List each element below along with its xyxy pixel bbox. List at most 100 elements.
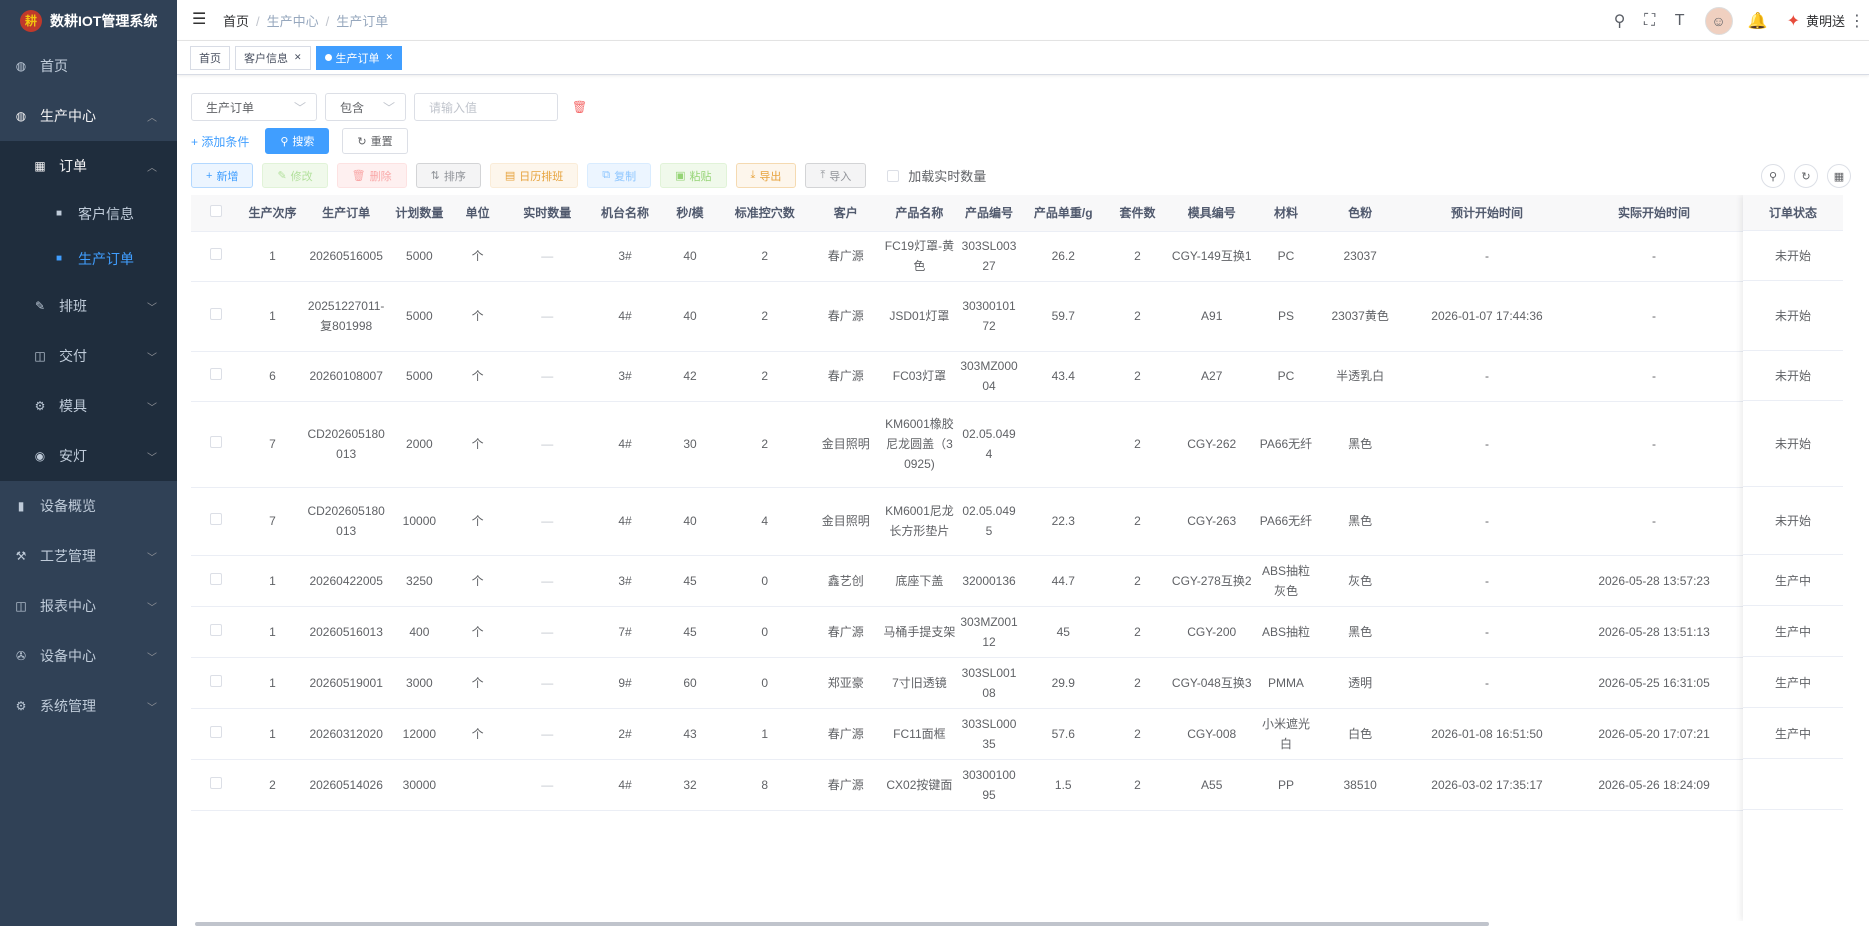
column-header[interactable]: 产品单重/g [1019, 195, 1107, 232]
sidebar-item-andon[interactable]: ◉ 安灯 ﹀ [0, 431, 177, 481]
row-select-cell[interactable] [191, 657, 242, 709]
column-header[interactable]: 实际开始时间 [1570, 195, 1738, 232]
row-select-cell[interactable] [191, 231, 242, 282]
column-header[interactable]: 客户 [810, 195, 881, 232]
row-select-cell[interactable] [191, 401, 242, 488]
sidebar-item-device-center[interactable]: ✇ 设备中心 ﹀ [0, 631, 177, 681]
column-header[interactable]: 单位 [449, 195, 506, 232]
export-button[interactable]: ⤓ 导出 [735, 163, 797, 188]
app-logo[interactable]: 耕 数耕IOT管理系统 [0, 0, 177, 41]
tag-home[interactable]: 首页 [190, 45, 230, 70]
sidebar-item-reports[interactable]: ◫ 报表中心 ﹀ [0, 581, 177, 631]
fullscreen-icon[interactable]: ⛶ [1635, 12, 1665, 30]
status-header[interactable]: 订单状态 [1743, 195, 1843, 231]
add-condition-button[interactable]: + 添加条件 [191, 133, 249, 150]
checkbox[interactable] [210, 248, 223, 260]
more-icon[interactable]: ⋮ [1845, 11, 1869, 31]
filter-field-select[interactable]: 生产订单 ﹀ [191, 93, 317, 121]
refresh-icon[interactable]: ↻ [1794, 164, 1818, 188]
tag-customer-info[interactable]: 客户信息 ✕ [235, 45, 311, 70]
horizontal-scrollbar[interactable] [195, 922, 1489, 926]
column-header[interactable]: 秒/模 [661, 195, 719, 232]
sidebar-item-scheduling[interactable]: ✎ 排班 ﹀ [0, 281, 177, 331]
table-row[interactable]: 1 20260312020 12000 个 —2# 43 1 春广源 FC11面框 303SL00… [191, 708, 1843, 760]
paste-button[interactable]: ▣ 粘贴 [660, 163, 727, 188]
table-row[interactable]: 1 20260516013 400 个 —7# 45 0 春广源 马桶手提支架 303MZ0011… [191, 606, 1843, 658]
row-select-cell[interactable] [191, 555, 242, 607]
checkbox[interactable] [210, 572, 223, 585]
bell-icon[interactable]: 🔔 [1743, 11, 1773, 31]
sidebar-item-production-order[interactable]: ■ 生产订单 [0, 236, 177, 281]
realtime-quantity-checkbox[interactable]: 加载实时数量 [887, 166, 986, 185]
checkbox[interactable] [210, 513, 223, 525]
checkbox[interactable] [210, 436, 223, 448]
calendar-schedule-button[interactable]: ▤ 日历排班 [489, 163, 579, 188]
sort-button[interactable]: ⇅ 排序 [415, 163, 481, 188]
copy-button[interactable]: ⧉ 复制 [587, 163, 652, 188]
search-icon[interactable]: ⚲ [1605, 11, 1635, 31]
column-header[interactable]: 实时数量 [505, 195, 589, 232]
sidebar-item-mold[interactable]: ⚙ 模具 ﹀ [0, 381, 177, 431]
table-row[interactable]: 7 CD202605180013 2000 个 —4# 30 2 金目照明 KM6001橡胶尼龙… [191, 401, 1843, 488]
sidebar-item-device-overview[interactable]: ▮ 设备概览 [0, 481, 177, 531]
reset-button[interactable]: ↻ 重置 [342, 128, 408, 154]
checkbox[interactable] [210, 725, 223, 738]
search-icon[interactable]: ⚲ [1761, 164, 1785, 188]
column-header[interactable]: 产品名称 [880, 195, 959, 232]
checkbox[interactable] [210, 308, 223, 320]
column-header[interactable]: 色粉 [1316, 195, 1404, 232]
table-row[interactable]: 7 CD202605180013 10000 个 —4# 40 4 金目照明 KM6001尼龙长… [191, 487, 1843, 556]
column-header[interactable]: 材料 [1255, 195, 1317, 232]
table-row[interactable]: 1 20260519001 3000 个 —9# 60 0 郑亚豪 7寸旧透镜 303SL0010… [191, 657, 1843, 709]
column-header[interactable]: 产品编号 [958, 195, 1020, 232]
hamburger-icon[interactable]: ☰ [192, 12, 208, 28]
row-select-cell[interactable] [191, 487, 242, 556]
table-row[interactable]: 6 20260108007 5000 个 —3# 42 2 春广源 FC03灯罩 303MZ000… [191, 351, 1843, 402]
checkbox[interactable] [210, 674, 223, 687]
column-header[interactable]: 生产次序 [241, 195, 304, 232]
row-select-cell[interactable] [191, 759, 242, 811]
avatar[interactable]: ☺ [1704, 6, 1733, 35]
column-header[interactable]: 模具编号 [1168, 195, 1256, 232]
close-icon[interactable]: ✕ [294, 52, 302, 63]
checkbox[interactable] [210, 205, 223, 218]
checkbox[interactable] [210, 776, 223, 789]
column-header[interactable]: 预计开始时间 [1403, 195, 1571, 232]
table-row[interactable]: 1 20260422005 3250 个 —3# 45 0 鑫艺创 底座下盖 32000136 44… [191, 555, 1843, 607]
add-button[interactable]: + 新增 [191, 163, 254, 188]
columns-icon[interactable]: ▦ [1827, 164, 1851, 188]
tag-production-order[interactable]: 生产订单 ✕ [315, 45, 403, 70]
checkbox[interactable] [210, 368, 223, 380]
user-name[interactable]: 黄明送 [1806, 11, 1845, 30]
table-row[interactable]: 1 20260516005 5000 个 —3# 40 2 春广源 FC19灯罩-黄色 303SL… [191, 231, 1843, 282]
font-size-icon[interactable]: T [1665, 12, 1695, 30]
column-header[interactable]: 生产订单 [303, 195, 389, 232]
row-select-cell[interactable] [191, 606, 242, 658]
row-select-cell[interactable] [191, 351, 242, 402]
search-button[interactable]: ⚲ 搜索 [265, 128, 330, 154]
sidebar-item-customer-info[interactable]: ■ 客户信息 [0, 191, 177, 236]
sidebar-item-system[interactable]: ⚙ 系统管理 ﹀ [0, 681, 177, 731]
select-all-cell[interactable] [191, 195, 242, 232]
sidebar-item-production-center[interactable]: ◍ 生产中心 ︿ [0, 91, 177, 141]
import-button[interactable]: ⤒ 导入 [805, 163, 867, 188]
table-row[interactable]: 1 20251227011-复801998 5000 个 —4# 40 2 春广源 JSD01灯… [191, 281, 1843, 352]
filter-operator-select[interactable]: 包含 ﹀ [325, 93, 406, 121]
row-select-cell[interactable] [191, 708, 242, 760]
column-header[interactable]: 机台名称 [588, 195, 662, 232]
sidebar-item-process[interactable]: ⚒ 工艺管理 ﹀ [0, 531, 177, 581]
breadcrumb-home[interactable]: 首页 [223, 14, 249, 29]
delete-button[interactable]: 🗑 删除 [336, 163, 407, 188]
sidebar-item-home[interactable]: ◍ 首页 [0, 41, 177, 91]
filter-value-input[interactable]: 请输入值 [414, 93, 558, 121]
column-header[interactable]: 套件数 [1106, 195, 1169, 232]
trash-icon[interactable]: 🗑 [572, 100, 587, 114]
column-header[interactable]: 计划数量 [388, 195, 450, 232]
edit-button[interactable]: ✎ 修改 [262, 163, 328, 188]
checkbox[interactable] [210, 623, 223, 636]
close-icon[interactable]: ✕ [386, 52, 394, 63]
row-select-cell[interactable] [191, 281, 242, 352]
column-header[interactable]: 标准控穴数 [718, 195, 811, 232]
table-row[interactable]: 2 20260514026 30000—4# 32 8 春广源 CX02按键面 3030010… [191, 759, 1843, 811]
checkbox[interactable] [887, 169, 900, 182]
